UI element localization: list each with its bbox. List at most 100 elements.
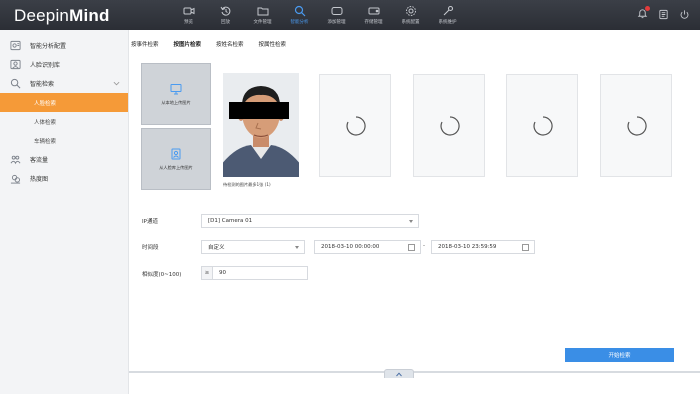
camera-icon xyxy=(183,7,194,15)
sidebar-subitem-face-search[interactable]: 人脸检索 xyxy=(0,93,128,112)
range-separator: - xyxy=(423,243,425,249)
image-slot[interactable] xyxy=(413,74,485,177)
nav-item-playback[interactable]: 回放 xyxy=(207,0,244,30)
top-right-actions xyxy=(637,6,690,21)
main-content: 按事件检索 按图片检索 按姓名检索 按属性检索 从本地上传图片 从人脸库上传图片… xyxy=(129,30,700,394)
nav-label: 存储管理 xyxy=(364,20,383,25)
upload-local-label: 从本地上传图片 xyxy=(161,100,191,105)
analysis-config-icon xyxy=(10,40,21,51)
nav-label: 智能分析 xyxy=(290,20,309,25)
top-bar: DeepinMind 预览 回放 文件管理 智能分析 添加管理 存储管理 系统配… xyxy=(0,0,700,30)
power-icon[interactable] xyxy=(679,9,690,20)
nav-label: 系统维护 xyxy=(438,20,457,25)
sidebar-subitem-label: 人体检索 xyxy=(34,119,57,126)
wrench-icon xyxy=(443,5,453,16)
nav-item-analysis[interactable]: 智能分析 xyxy=(281,0,318,30)
notification-badge xyxy=(645,6,650,11)
tab-attribute-search[interactable]: 按属性检索 xyxy=(257,40,287,52)
storage-icon xyxy=(368,7,379,15)
start-search-button[interactable]: 开始检索 xyxy=(565,348,674,362)
loading-spinner-icon xyxy=(627,116,647,136)
bottom-divider xyxy=(129,371,700,373)
sidebar-subitem-label: 人脸检索 xyxy=(34,100,57,107)
collapse-panel-button[interactable] xyxy=(384,369,414,378)
heatmap-icon xyxy=(10,174,21,184)
replay-icon xyxy=(220,6,230,16)
nav-item-config[interactable]: 系统配置 xyxy=(392,0,429,30)
monitor-upload-icon xyxy=(170,84,182,95)
face-caption: 待检测的图片最多1张 (1) xyxy=(223,182,271,187)
calendar-icon[interactable] xyxy=(522,244,529,251)
app-logo: DeepinMind xyxy=(14,6,110,25)
nav-label: 文件管理 xyxy=(253,20,272,25)
loading-spinner-icon xyxy=(440,116,460,136)
nav-item-devices[interactable]: 添加管理 xyxy=(318,0,355,30)
loading-spinner-icon xyxy=(533,116,553,136)
upload-library-button[interactable]: 从人脸库上传图片 xyxy=(141,128,211,190)
sidebar-item-label: 热度图 xyxy=(30,176,49,183)
chevron-up-icon xyxy=(396,371,402,376)
chevron-down-icon xyxy=(409,220,413,223)
nav-item-maintenance[interactable]: 系统维护 xyxy=(429,0,466,30)
end-time-field[interactable]: 2018-03-10 23:59:59 xyxy=(431,240,535,254)
image-slot[interactable] xyxy=(506,74,578,177)
loading-spinner-icon xyxy=(346,116,366,136)
image-slot[interactable] xyxy=(600,74,672,177)
smart-search-icon xyxy=(10,78,21,89)
sidebar: 智能分析配置 人脸识别库 智能检索 人脸检索 人体检索 车辆检索 客流量 热度图 xyxy=(0,30,129,394)
notification-button[interactable] xyxy=(637,6,650,21)
end-time-value: 2018-03-10 23:59:59 xyxy=(438,244,497,250)
sidebar-item-smart-search[interactable]: 智能检索 xyxy=(0,74,128,93)
channel-label: IP通道 xyxy=(142,219,158,225)
similarity-value: 90 xyxy=(219,270,226,276)
nav-item-files[interactable]: 文件管理 xyxy=(244,0,281,30)
nav-label: 回放 xyxy=(221,20,230,25)
nav-label: 添加管理 xyxy=(327,20,346,25)
search-tabs: 按事件检索 按图片检索 按姓名检索 按属性检索 xyxy=(129,40,299,52)
uploaded-face-photo[interactable] xyxy=(221,73,301,177)
chevron-down-icon xyxy=(113,81,120,86)
sidebar-item-label: 智能分析配置 xyxy=(30,43,67,50)
chevron-down-icon xyxy=(295,246,299,249)
channel-value: [D1] Camera 01 xyxy=(208,218,253,224)
upload-library-label: 从人脸库上传图片 xyxy=(159,165,193,170)
nav-label: 系统配置 xyxy=(401,20,420,25)
nav-item-storage[interactable]: 存储管理 xyxy=(355,0,392,30)
tab-name-search[interactable]: 按姓名检索 xyxy=(214,40,244,52)
face-library-upload-icon xyxy=(171,148,181,160)
sidebar-subitem-vehicle-search[interactable]: 车辆检索 xyxy=(0,131,128,150)
folder-icon xyxy=(257,7,268,16)
start-time-value: 2018-03-10 00:00:00 xyxy=(321,244,380,250)
similarity-label: 相似度(0~100) xyxy=(142,272,182,278)
time-mode-select[interactable]: 自定义 xyxy=(201,240,305,254)
top-nav: 预览 回放 文件管理 智能分析 添加管理 存储管理 系统配置 系统维护 xyxy=(170,0,466,30)
sidebar-item-analysis-config[interactable]: 智能分析配置 xyxy=(0,36,128,55)
sidebar-item-label: 人脸识别库 xyxy=(30,62,61,69)
start-time-field[interactable]: 2018-03-10 00:00:00 xyxy=(314,240,421,254)
sidebar-item-label: 客流量 xyxy=(30,157,49,164)
similarity-input[interactable]: 90 xyxy=(212,266,308,280)
device-icon xyxy=(331,7,342,15)
analysis-search-icon xyxy=(294,5,305,17)
people-flow-icon xyxy=(10,155,21,165)
channel-select[interactable]: [D1] Camera 01 xyxy=(201,214,419,228)
sidebar-item-face-library[interactable]: 人脸识别库 xyxy=(0,55,128,74)
time-mode-value: 自定义 xyxy=(208,245,225,251)
sidebar-item-label: 智能检索 xyxy=(30,81,55,88)
sidebar-subitem-label: 车辆检索 xyxy=(34,138,57,145)
sidebar-item-people-flow[interactable]: 客流量 xyxy=(0,150,128,169)
nav-label: 预览 xyxy=(184,20,193,25)
tab-event-search[interactable]: 按事件检索 xyxy=(129,40,159,52)
user-icon[interactable] xyxy=(658,9,669,20)
tab-image-search[interactable]: 按图片检索 xyxy=(172,40,202,52)
sidebar-subitem-body-search[interactable]: 人体检索 xyxy=(0,112,128,131)
sidebar-item-heatmap[interactable]: 热度图 xyxy=(0,169,128,188)
nav-item-preview[interactable]: 预览 xyxy=(170,0,207,30)
face-library-icon xyxy=(10,59,21,70)
upload-local-button[interactable]: 从本地上传图片 xyxy=(141,63,211,125)
calendar-icon[interactable] xyxy=(408,244,415,251)
face-photo-image xyxy=(221,73,301,177)
gear-icon xyxy=(405,6,416,16)
time-label: 时间段 xyxy=(142,245,159,251)
image-slot[interactable] xyxy=(319,74,391,177)
